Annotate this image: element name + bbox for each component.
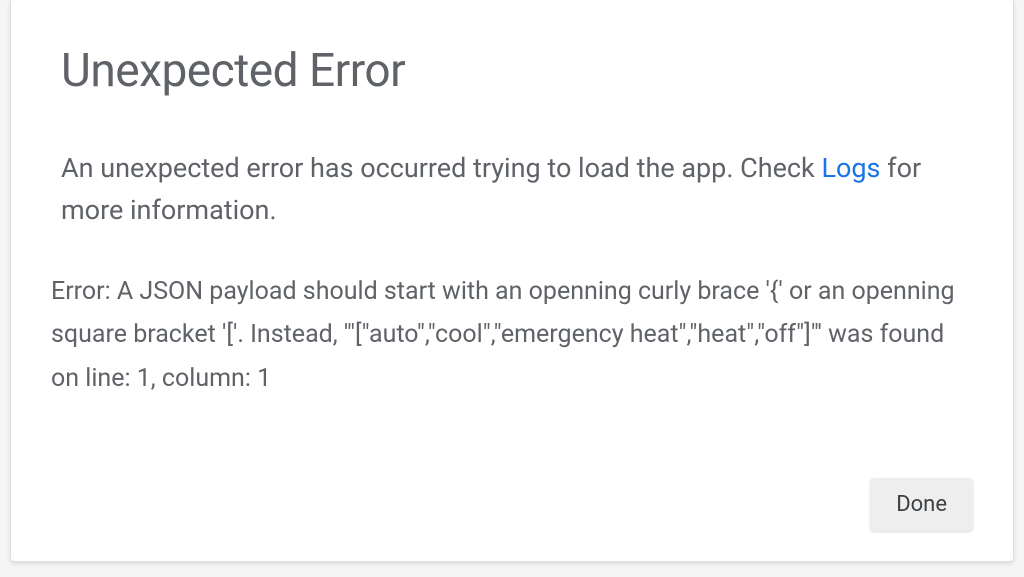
error-detail-message: Error: A JSON payload should start with … (51, 270, 973, 401)
description-text-pre: An unexpected error has occurred trying … (61, 152, 821, 184)
error-dialog: Unexpected Error An unexpected error has… (10, 0, 1014, 562)
dialog-footer: Done (61, 458, 973, 531)
dialog-title: Unexpected Error (61, 44, 973, 98)
logs-link[interactable]: Logs (821, 152, 880, 184)
error-description: An unexpected error has occurred trying … (61, 148, 973, 232)
done-button[interactable]: Done (870, 478, 973, 531)
